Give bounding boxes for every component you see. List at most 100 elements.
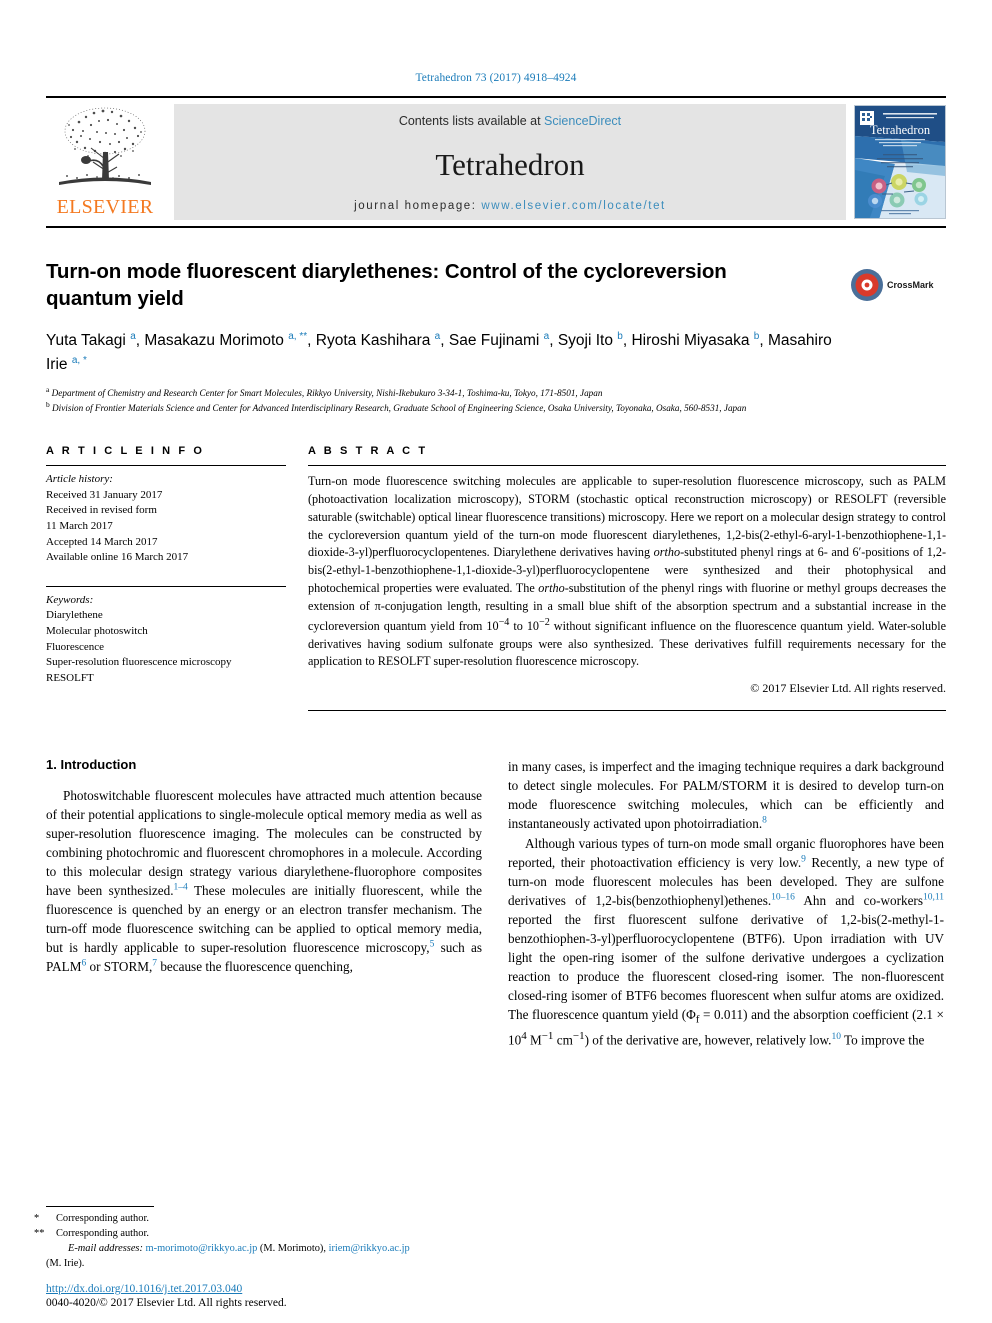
email-link-irie[interactable]: iriem@rikkyo.ac.jp: [329, 1243, 410, 1254]
body-right-column: in many cases, is imperfect and the imag…: [508, 757, 944, 1050]
footnote-block: * Corresponding author. ** Corresponding a…: [34, 1205, 482, 1271]
masthead-center: Contents lists available at ScienceDirec…: [174, 104, 846, 220]
elsevier-logo: ELSEVIER: [46, 98, 164, 226]
author-affil-mark: a: [130, 331, 136, 343]
paragraph-part: Ahn and co-workers: [794, 893, 923, 909]
paragraph-part: because the fluorescence quenching,: [157, 959, 353, 975]
paragraph-part: M: [526, 1032, 542, 1048]
author-entry: Masakazu Morimoto a, **: [144, 331, 308, 350]
citation-ref[interactable]: 10–16: [771, 893, 795, 903]
affiliation-list: a Department of Chemistry and Research C…: [46, 385, 896, 415]
author-entry: Ryota Kashihara a: [315, 331, 441, 350]
author-entry: Syoji Ito b: [557, 331, 623, 350]
author-list: Yuta Takagi a, Masakazu Morimoto a, **, …: [46, 331, 832, 373]
footnote-corresponding-author-2: ** Corresponding author.: [34, 1226, 482, 1241]
exponent: −1: [541, 1029, 554, 1042]
author-affil-mark: b: [753, 331, 760, 343]
author-name: Yuta Takagi: [46, 332, 126, 350]
history-item: Received in revised form: [46, 504, 157, 517]
citation-ref[interactable]: 8: [762, 816, 767, 826]
author-name: Syoji Ito: [557, 332, 613, 350]
email-link-morimoto[interactable]: m-morimoto@rikkyo.ac.jp: [146, 1243, 258, 1254]
footnote-email-owner-2: (M. Irie).: [46, 1257, 85, 1269]
article-info-heading: A R T I C L E I N F O: [46, 445, 205, 458]
email-label: E-mail addresses:: [68, 1242, 143, 1254]
email-owner: (M. Morimoto),: [257, 1242, 329, 1254]
keyword-item: Super-resolution fluorescence microscopy: [46, 656, 232, 669]
abstract-heading: A B S T R A C T: [308, 445, 428, 458]
keyword-item: Molecular photoswitch: [46, 625, 148, 638]
footnote-rule: [46, 1205, 154, 1207]
abstract-copyright: © 2017 Elsevier Ltd. All rights reserved…: [750, 681, 946, 696]
author-name: Masakazu Morimoto: [144, 332, 284, 350]
citation-ref[interactable]: 1–4: [174, 883, 188, 893]
author-name: Hiroshi Miyasaka: [631, 332, 750, 350]
keyword-item: Fluorescence: [46, 640, 105, 653]
abstract-bottom-rule: [308, 710, 946, 712]
journal-title: Tetrahedron: [435, 146, 585, 182]
elsevier-wordmark: ELSEVIER: [56, 196, 154, 218]
journal-cover-thumbnail: Tetrahedron: [854, 105, 946, 219]
abstract-part: to 10: [509, 618, 540, 633]
keyword-item: Diarylethene: [46, 609, 103, 622]
history-item: 11 March 2017: [46, 519, 113, 532]
paragraph: in many cases, is imperfect and the imag…: [508, 757, 944, 833]
affiliation-item: b Division of Frontier Materials Science…: [46, 400, 896, 415]
asterisk-icon: *: [34, 1212, 40, 1224]
author-name: Ryota Kashihara: [315, 332, 431, 350]
abstract-exponent: −2: [539, 616, 550, 628]
author-entry: Sae Fujinami a: [448, 331, 550, 350]
abstract-text: Turn-on mode fluorescence switching mole…: [308, 466, 946, 671]
title-block: Turn-on mode fluorescent diarylethenes: …: [46, 258, 946, 415]
paragraph-part: cm: [553, 1032, 573, 1048]
body-left-column: 1. Introduction Photoswitchable fluoresc…: [46, 757, 482, 1050]
affiliation-mark: b: [46, 400, 50, 410]
body-columns: 1. Introduction Photoswitchable fluoresc…: [46, 757, 946, 1050]
paragraph-part: in many cases, is imperfect and the imag…: [508, 759, 944, 832]
author-affil-mark: a: [543, 331, 550, 343]
citation-ref[interactable]: 10: [831, 1032, 841, 1042]
homepage-url-link[interactable]: www.elsevier.com/locate/tet: [481, 200, 665, 212]
contents-available-line: Contents lists available at ScienceDirec…: [399, 114, 621, 128]
author-name: Sae Fujinami: [448, 332, 540, 350]
author-affil-mark: a: [434, 331, 441, 343]
author-entry: Yuta Takagi a: [46, 331, 136, 350]
history-item: Available online 16 March 2017: [46, 551, 189, 564]
contents-prefix: Contents lists available at: [398, 114, 545, 128]
sciencedirect-link[interactable]: ScienceDirect: [544, 114, 621, 128]
crossmark-label: CrossMark: [887, 280, 934, 290]
keywords-block: Keywords: Diarylethene Molecular photosw…: [46, 580, 286, 687]
issn-copyright-line: 0040-4020/© 2017 Elsevier Ltd. All right…: [46, 1297, 287, 1309]
crossmark-logo-icon: [851, 269, 883, 301]
journal-masthead: ELSEVIER Contents lists available at Sci…: [46, 96, 946, 228]
paragraph-part: reported the first fluorescent sulfone d…: [508, 912, 944, 1023]
running-head: Tetrahedron 73 (2017) 4918–4924: [415, 72, 577, 84]
doi-block: http://dx.doi.org/10.1016/j.tet.2017.03.…: [46, 1283, 526, 1309]
doi-link[interactable]: http://dx.doi.org/10.1016/j.tet.2017.03.…: [46, 1283, 526, 1295]
abstract-exponent: −4: [498, 616, 510, 628]
paragraph-part: or STORM,: [86, 959, 153, 975]
footnote-text: Corresponding author.: [56, 1227, 149, 1239]
paragraph-part: ) of the derivative are, however, relati…: [584, 1032, 832, 1048]
article-history-block: Article history: Received 31 January 201…: [46, 466, 286, 566]
author-affil-mark: a, *: [71, 354, 87, 366]
keyword-item: RESOLFT: [46, 671, 94, 684]
author-entry: Hiroshi Miyasaka b: [631, 331, 760, 350]
paragraph: Photoswitchable fluorescent molecules ha…: [46, 786, 482, 976]
exponent: −1: [572, 1029, 585, 1042]
info-abstract-region: A R T I C L E I N F O Article history: R…: [46, 445, 946, 712]
article-history-label: Article history:: [46, 473, 113, 486]
paragraph-part: To improve the: [840, 1032, 925, 1048]
citation-ref[interactable]: 10,11: [923, 893, 944, 903]
journal-homepage-line: journal homepage: www.elsevier.com/locat…: [354, 200, 666, 212]
affiliation-text: Division of Frontier Materials Science a…: [52, 403, 747, 414]
history-item: Received 31 January 2017: [46, 488, 163, 501]
footnote-email-line: E-mail addresses: m-morimoto@rikkyo.ac.j…: [46, 1241, 482, 1256]
author-affil-mark: a, **: [288, 331, 308, 343]
article-info-column: A R T I C L E I N F O Article history: R…: [46, 445, 286, 711]
crossmark-badge[interactable]: CrossMark: [850, 260, 946, 310]
keywords-label: Keywords:: [46, 593, 94, 606]
homepage-prefix: journal homepage:: [354, 200, 482, 212]
article-title: Turn-on mode fluorescent diarylethenes: …: [46, 260, 727, 311]
history-item: Accepted 14 March 2017: [46, 535, 158, 548]
